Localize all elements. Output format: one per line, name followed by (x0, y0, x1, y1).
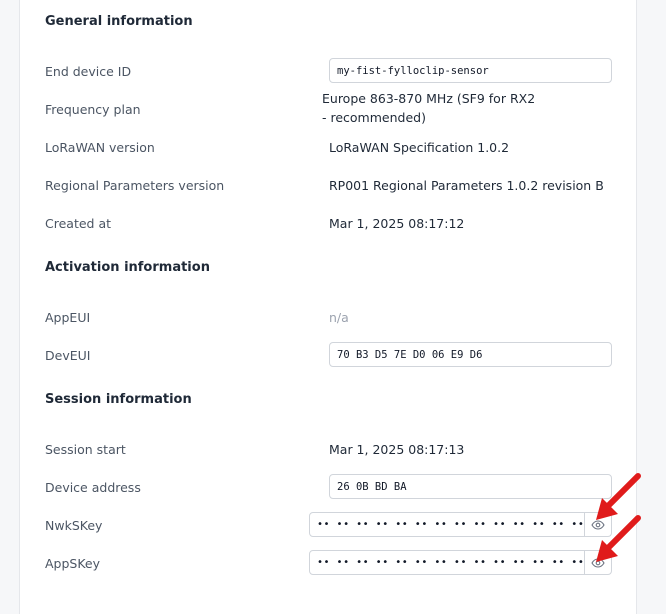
eye-icon (591, 519, 605, 530)
appskey-label: AppSKey (45, 556, 101, 571)
device-overview-panel: General information End device ID my-fis… (19, 0, 637, 614)
frequency-plan-label: Frequency plan (45, 102, 141, 117)
appskey-field[interactable]: •• •• •• •• •• •• •• •• •• •• •• •• •• •… (309, 550, 612, 575)
nwkskey-reveal-button[interactable] (584, 513, 611, 536)
general-information-heading: General information (45, 14, 193, 29)
device-address-field[interactable]: 26 0B BD BA (329, 474, 612, 499)
appskey-masked-value: •• •• •• •• •• •• •• •• •• •• •• •• •• •… (317, 557, 584, 568)
lorawan-version-value: LoRaWAN Specification 1.0.2 (329, 140, 510, 155)
regional-parameters-label: Regional Parameters version (45, 178, 225, 193)
deveui-label: DevEUI (45, 348, 91, 363)
deveui-field[interactable]: 70 B3 D5 7E D0 06 E9 D6 (329, 342, 612, 367)
appeui-value: n/a (329, 310, 349, 325)
end-device-id-field[interactable]: my-fist-fylloclip-sensor (329, 58, 612, 83)
eye-icon (591, 557, 605, 568)
session-information-heading: Session information (45, 392, 192, 407)
session-start-label: Session start (45, 442, 126, 457)
nwkskey-field[interactable]: •• •• •• •• •• •• •• •• •• •• •• •• •• •… (309, 512, 612, 537)
nwkskey-masked-value: •• •• •• •• •• •• •• •• •• •• •• •• •• •… (317, 519, 584, 530)
regional-parameters-value: RP001 Regional Parameters 1.0.2 revision… (329, 178, 604, 193)
appskey-reveal-button[interactable] (584, 551, 611, 574)
end-device-id-label: End device ID (45, 64, 132, 79)
activation-information-heading: Activation information (45, 260, 210, 275)
frequency-plan-value: Europe 863-870 MHz (SF9 for RX2 - recomm… (322, 91, 536, 125)
nwkskey-label: NwkSKey (45, 518, 103, 533)
lorawan-version-label: LoRaWAN version (45, 140, 155, 155)
created-at-label: Created at (45, 216, 112, 231)
appeui-label: AppEUI (45, 310, 91, 325)
device-address-label: Device address (45, 480, 141, 495)
session-start-value: Mar 1, 2025 08:17:13 (329, 442, 465, 457)
created-at-value: Mar 1, 2025 08:17:12 (329, 216, 465, 231)
